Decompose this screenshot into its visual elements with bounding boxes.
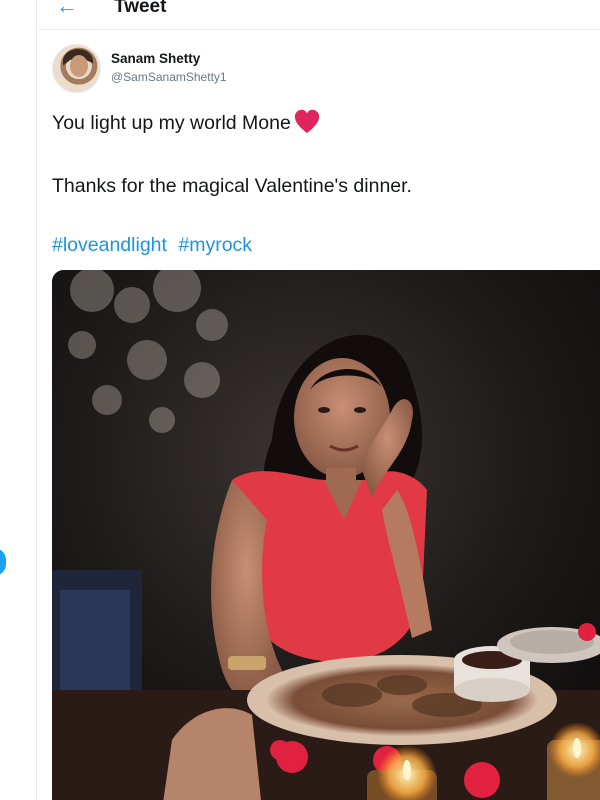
hashtag-link-myrock[interactable]: #myrock: [178, 234, 252, 256]
hashtags-line: #loveandlight #myrock: [52, 234, 258, 257]
author-handle[interactable]: @SamSanamShetty1: [111, 70, 227, 84]
page-title: Tweet: [114, 0, 167, 17]
arrow-left-icon[interactable]: ←: [56, 0, 80, 18]
tweet-text-line2: Thanks for the magical Valentine's dinne…: [52, 175, 412, 197]
tweet-photo[interactable]: [52, 270, 600, 800]
page-header: ← Tweet: [38, 0, 600, 30]
author-display-name[interactable]: Sanam Shetty: [111, 51, 200, 66]
avatar-face: [70, 55, 88, 77]
hashtag-link-loveandlight[interactable]: #loveandlight: [52, 234, 167, 256]
left-sidebar-edge: [0, 0, 37, 800]
photo-illustration: [52, 270, 600, 800]
avatar[interactable]: [52, 44, 101, 93]
tweet-text-line1: You light up my world Mone: [52, 109, 321, 135]
tweet-text-line1-content: You light up my world Mone: [52, 112, 291, 134]
sidebar-active-indicator[interactable]: [0, 548, 6, 576]
red-heart-icon: [294, 109, 319, 133]
